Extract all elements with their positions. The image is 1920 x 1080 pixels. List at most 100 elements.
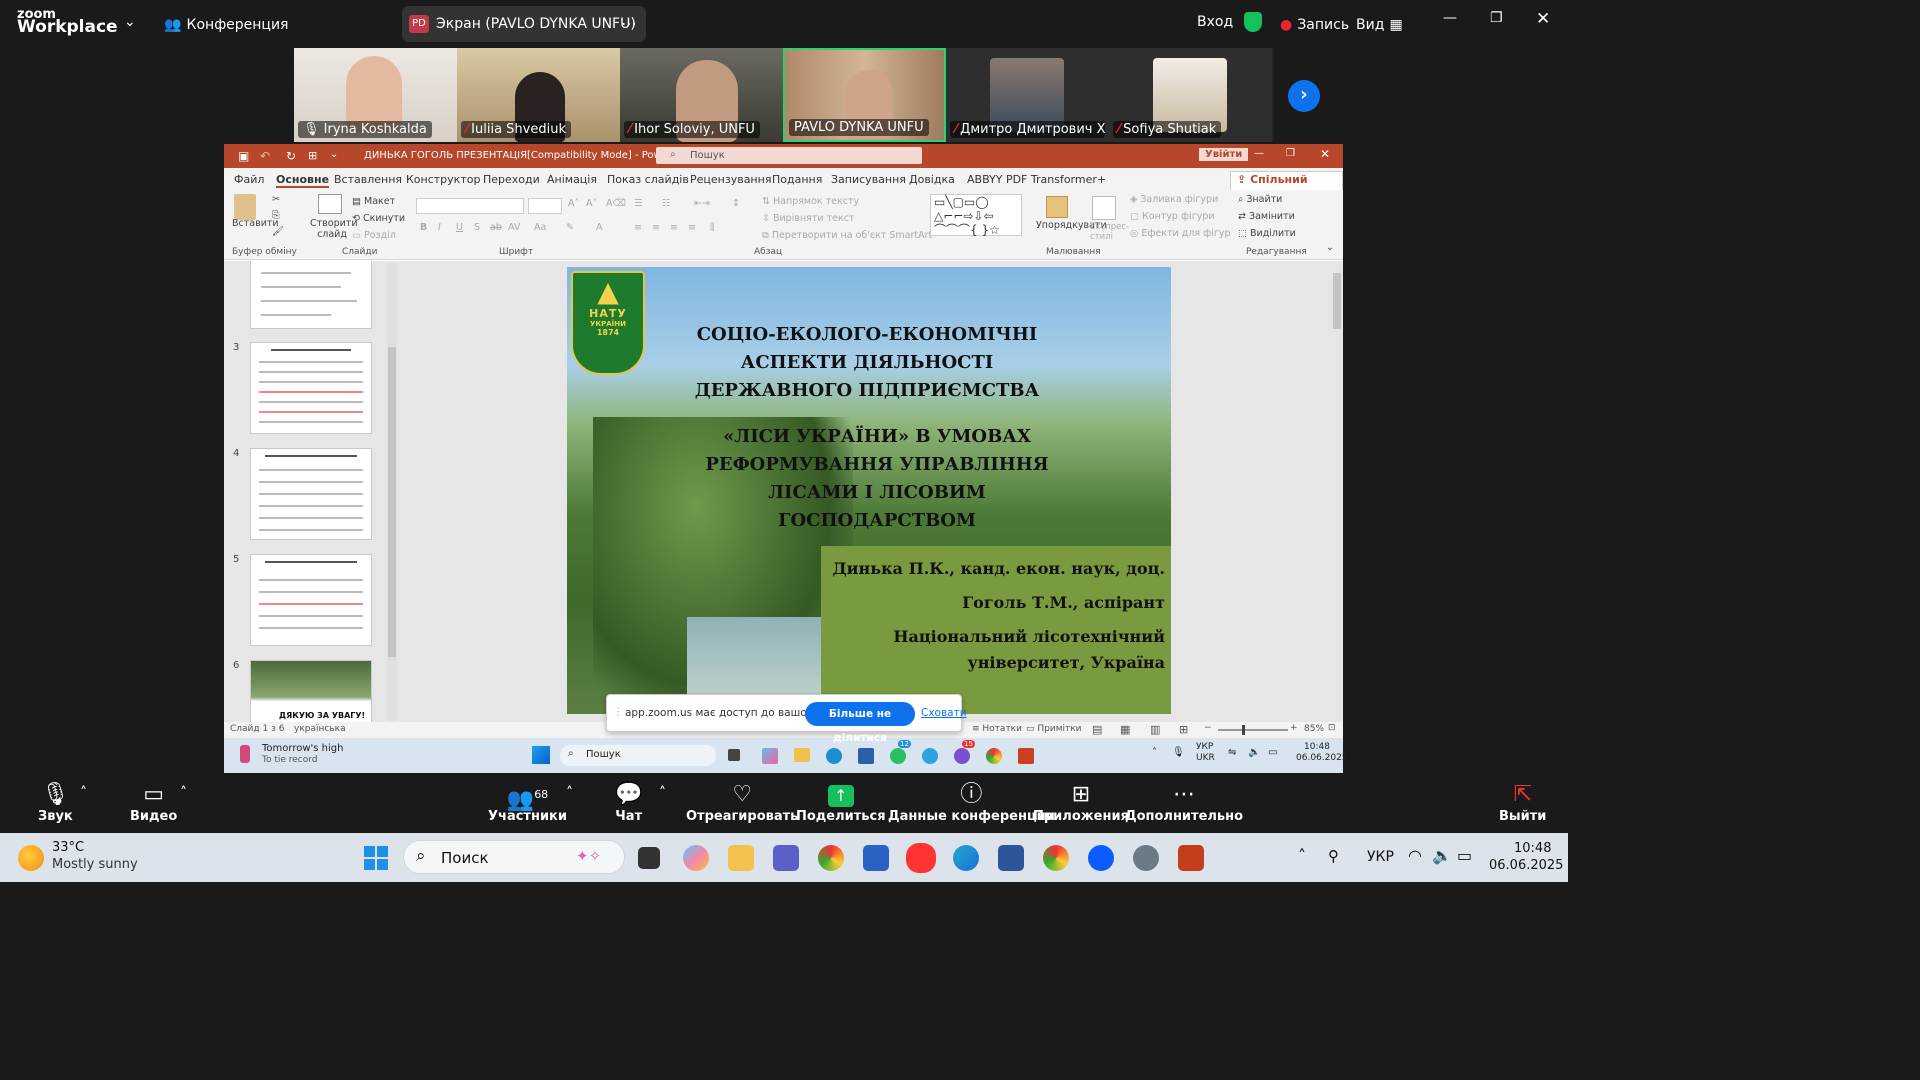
zoom-level[interactable]: 85% — [1304, 724, 1324, 734]
zoom-icon[interactable] — [1088, 845, 1114, 871]
cut-icon[interactable]: ✂ — [272, 194, 280, 205]
columns-icon[interactable]: ⫼ — [710, 222, 714, 233]
store-icon[interactable] — [863, 845, 889, 871]
copy-icon[interactable]: ⎘ — [272, 210, 280, 221]
align-center-icon[interactable]: ≡ — [652, 222, 660, 233]
meeting-info-button[interactable]: ⓘ Данные конференции — [888, 781, 1055, 824]
scrollbar-thumb[interactable] — [388, 347, 396, 657]
replace-button[interactable]: ⇄ Замінити — [1238, 211, 1295, 222]
microphone-icon[interactable]: 🎙 — [1172, 747, 1185, 758]
windows-start-icon[interactable] — [532, 746, 550, 764]
font-name-select[interactable] — [416, 198, 524, 214]
wifi-icon[interactable]: ◠ — [1408, 846, 1422, 865]
react-button[interactable]: ♡ Отреагировать — [686, 781, 798, 824]
file-explorer-icon[interactable] — [794, 748, 810, 762]
screen-share-pill[interactable]: PD Экран (PAVLO DYNKA UNFU) ⋯ — [402, 6, 646, 42]
sorter-view-icon[interactable]: ▦ — [1120, 723, 1130, 736]
windows-start-icon[interactable] — [364, 846, 388, 870]
qat-dropdown-icon[interactable]: ⌄ — [330, 149, 338, 160]
zoom-slider[interactable] — [1218, 729, 1288, 731]
audio-button[interactable]: 🎙 Звук — [38, 781, 73, 824]
audio-options-chevron-icon[interactable]: ˄ — [80, 785, 87, 801]
select-button[interactable]: ⬚ Виділити — [1238, 228, 1296, 239]
quick-styles-button[interactable]: Експрес-стилі — [1090, 222, 1129, 242]
layout-button[interactable]: ▤ Макет — [352, 196, 395, 207]
font-size-select[interactable] — [528, 198, 562, 214]
drag-handle-icon[interactable]: ⋮ — [613, 706, 624, 718]
settings-icon[interactable] — [1133, 845, 1159, 871]
teams-icon[interactable] — [773, 845, 799, 871]
tab-design[interactable]: Конструктор — [406, 173, 480, 186]
line-spacing-icon[interactable]: ↕ — [732, 198, 740, 209]
thumbnails-scrollbar[interactable] — [387, 263, 397, 721]
video-button[interactable]: ▭ Видео — [130, 781, 177, 824]
more-icon[interactable]: ⋯ — [621, 14, 637, 33]
video-options-chevron-icon[interactable]: ˄ — [180, 785, 187, 801]
conference-button[interactable]: 👥 Конференция — [164, 14, 288, 33]
numbering-icon[interactable]: ☷ — [662, 198, 671, 209]
case-icon[interactable]: Aa — [534, 222, 546, 233]
slide-thumbnail-4[interactable] — [250, 448, 372, 540]
chevron-down-icon[interactable]: ⌄ — [124, 14, 136, 30]
fit-slide-icon[interactable]: ⊡ — [1328, 723, 1336, 733]
edge-icon[interactable] — [953, 845, 979, 871]
copilot-icon[interactable] — [762, 748, 778, 764]
powerpoint-icon[interactable] — [1178, 845, 1204, 871]
tab-abbyy[interactable]: ABBYY PDF Transformer+ — [967, 173, 1106, 186]
shape-fill-button[interactable]: ◈ Заливка фігури — [1130, 194, 1218, 205]
arrange-icon[interactable] — [1046, 196, 1068, 218]
comments-button[interactable]: ▭ Примітки — [1026, 724, 1082, 734]
location-icon[interactable]: ⚲ — [1328, 847, 1339, 865]
close-icon[interactable]: ✕ — [1320, 147, 1330, 161]
highlight-icon[interactable]: ✎ — [566, 222, 574, 233]
battery-icon[interactable]: ▭ — [1457, 846, 1472, 865]
volume-icon[interactable]: 🔈 — [1432, 846, 1452, 865]
participants-options-chevron-icon[interactable]: ˄ — [566, 785, 573, 801]
tab-animations[interactable]: Анімація — [547, 173, 597, 186]
language-indicator[interactable]: УКР — [1367, 849, 1394, 865]
tray-chevron-icon[interactable]: ˄ — [1152, 747, 1157, 758]
chrome-icon[interactable] — [986, 748, 1002, 764]
slide-thumbnail-6[interactable]: ДЯКУЮ ЗА УВАГУ! — [250, 660, 372, 722]
copilot-icon[interactable] — [683, 845, 709, 871]
justify-icon[interactable]: ≡ — [688, 222, 696, 233]
find-button[interactable]: ⌕ Знайти — [1238, 194, 1282, 205]
tab-record[interactable]: Записування — [831, 173, 906, 186]
network-icon[interactable]: ⇋ — [1228, 747, 1236, 758]
minimize-icon[interactable]: — — [1254, 148, 1264, 159]
slide-thumbnail-2[interactable] — [250, 261, 372, 329]
italic-icon[interactable]: I — [438, 222, 441, 233]
viber-icon[interactable] — [954, 748, 970, 764]
notes-button[interactable]: ≡ Нотатки — [972, 724, 1022, 734]
view-button[interactable]: Вид ▦ — [1356, 14, 1403, 33]
hide-button[interactable]: Сховати — [921, 707, 967, 719]
text-direction-button[interactable]: ⇅ Напрямок тексту — [762, 196, 859, 207]
spacing-icon[interactable]: AV — [508, 222, 520, 233]
tray-chevron-icon[interactable]: ˄ — [1298, 846, 1306, 865]
align-left-icon[interactable]: ≡ — [634, 222, 642, 233]
align-right-icon[interactable]: ≡ — [670, 222, 678, 233]
font-grow-icon[interactable]: A˄ — [568, 198, 579, 209]
participant-tile[interactable]: ⁄ Ihor Soloviy, UNFU — [620, 48, 783, 142]
participant-tile[interactable]: ⁄ Sofiya Shutiak — [1109, 48, 1272, 142]
reading-view-icon[interactable]: ▥ — [1150, 723, 1160, 736]
volume-icon[interactable]: 🔈 — [1248, 747, 1260, 758]
font-shrink-icon[interactable]: A˅ — [586, 198, 597, 209]
chrome-icon[interactable] — [818, 845, 844, 871]
chrome-icon-2[interactable] — [1043, 845, 1069, 871]
tab-slideshow[interactable]: Показ слайдів — [607, 173, 689, 186]
signin-button[interactable]: Увійти — [1199, 148, 1249, 161]
font-color-icon[interactable]: A — [596, 222, 603, 233]
save-icon[interactable]: ▣ — [238, 149, 249, 163]
section-button[interactable]: ▭ Розділ — [352, 230, 396, 241]
apps-button[interactable]: ⊞ Приложения — [1033, 781, 1129, 824]
slide-thumbnail-5[interactable] — [250, 554, 372, 646]
weather-line-1[interactable]: Tomorrow's high — [262, 743, 343, 754]
task-view-icon[interactable] — [638, 847, 660, 869]
next-page-arrow-icon[interactable]: › — [1288, 80, 1320, 112]
strikethrough-icon[interactable]: ab — [490, 222, 502, 233]
participant-tile[interactable]: 🎙 Iryna Koshkalda — [294, 48, 457, 142]
more-button[interactable]: ⋯ Дополнительно — [1125, 781, 1243, 824]
word-icon[interactable] — [998, 845, 1024, 871]
slideshow-view-icon[interactable]: ⊞ — [1179, 723, 1188, 736]
